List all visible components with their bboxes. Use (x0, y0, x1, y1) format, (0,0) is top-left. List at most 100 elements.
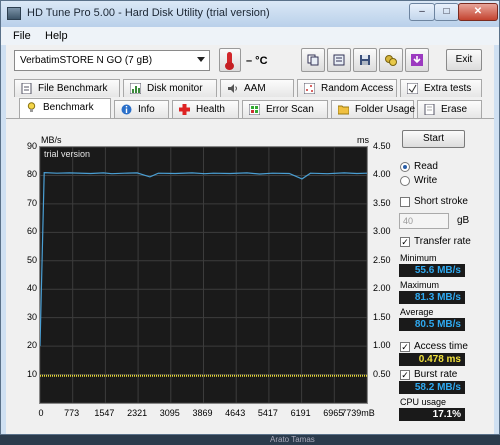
right-tick-label: 0.50 (373, 368, 391, 379)
x-tick-label: 773 (64, 408, 80, 418)
short-stroke-unit: gB (457, 215, 470, 226)
tab-random-access[interactable]: Random Access (297, 79, 397, 97)
x-tick-label: 2321 (127, 408, 148, 418)
copy-info-icon (333, 54, 345, 66)
hd-tune-window: HD Tune Pro 5.00 - Hard Disk Utility (tr… (0, 0, 500, 435)
burst-rate-checkbox[interactable]: ✓ (400, 370, 410, 380)
file-benchmark-icon (21, 83, 32, 94)
tab-extra-tests[interactable]: Extra tests (400, 79, 482, 97)
cpu-usage-value: 17.1% (399, 408, 465, 421)
right-tick-label: 3.50 (373, 197, 391, 208)
tab-benchmark[interactable]: Benchmark (19, 98, 111, 118)
taskbar: Arato Tamas (0, 435, 500, 445)
x-tick-label: 1547 (94, 408, 115, 418)
maximum-label: Maximum (400, 280, 440, 290)
tab-disk-monitor[interactable]: Disk monitor (123, 79, 217, 97)
minimum-label: Minimum (400, 253, 437, 263)
right-tick-label: 1.50 (373, 311, 391, 322)
write-radio[interactable] (400, 176, 410, 186)
access-time-checkbox[interactable]: ✓ (400, 342, 410, 352)
erase-icon (424, 104, 435, 115)
copy-button[interactable] (301, 48, 325, 72)
random-access-icon (304, 83, 315, 94)
exit-button[interactable]: Exit (446, 49, 482, 71)
right-tick-label: 2.00 (373, 283, 391, 294)
tab-health[interactable]: Health (172, 100, 239, 118)
tab-folder-usage[interactable]: Folder Usage (331, 100, 415, 118)
trial-watermark: trial version (44, 149, 91, 159)
short-stroke-spinner[interactable]: 40 (399, 213, 449, 229)
read-label: Read (414, 161, 438, 172)
left-tick-label: 90 (26, 141, 37, 151)
tab-error-scan[interactable]: Error Scan (242, 100, 328, 118)
menu-help[interactable]: Help (45, 30, 68, 42)
download-button[interactable] (405, 48, 429, 72)
start-button[interactable]: Start (402, 130, 465, 148)
title-bar: HD Tune Pro 5.00 - Hard Disk Utility (tr… (1, 1, 499, 27)
tab-file-benchmark[interactable]: File Benchmark (14, 79, 120, 97)
download-icon (411, 54, 423, 66)
x-tick-label: 4643 (225, 408, 246, 418)
short-stroke-label: Short stroke (414, 196, 468, 207)
options-button[interactable] (379, 48, 403, 72)
x-tick-label: 3869 (192, 408, 213, 418)
menu-file[interactable]: File (13, 30, 31, 42)
menu-bar: File Help (1, 27, 499, 45)
temperature-value: – °C (246, 55, 268, 67)
x-tick-label: 6191 (290, 408, 311, 418)
drive-select-value: VerbatimSTORE N GO (7 gB) (20, 55, 153, 66)
short-stroke-checkbox[interactable] (400, 197, 410, 207)
tab-info[interactable]: Info (114, 100, 169, 118)
left-tick-label: 10 (26, 368, 37, 379)
left-axis-label: MB/s (41, 135, 62, 145)
left-tick-label: 80 (26, 169, 37, 180)
right-tick-label: 1.00 (373, 340, 391, 351)
x-tick-label: 5417 (257, 408, 278, 418)
right-tick-label: 2.50 (373, 254, 391, 265)
maximum-value: 81.3 MB/s (399, 291, 465, 304)
x-tick-label: 3095 (159, 408, 180, 418)
drive-select[interactable]: VerbatimSTORE N GO (7 gB) (14, 50, 210, 71)
transfer-rate-label: Transfer rate (414, 236, 471, 247)
average-label: Average (400, 307, 434, 317)
minimize-button[interactable]: – (409, 3, 435, 21)
left-tick-label: 50 (26, 254, 37, 265)
read-radio[interactable] (400, 162, 410, 172)
tab-aam[interactable]: AAM (220, 79, 294, 97)
x-tick-label: 0 (38, 408, 44, 418)
tab-bar: File Benchmark Disk monitor AAM Random A… (6, 77, 494, 119)
health-cross-icon (179, 104, 190, 115)
save-icon (360, 55, 370, 65)
transfer-rate-checkbox[interactable]: ✓ (400, 237, 410, 247)
maximize-button[interactable]: □ (434, 3, 459, 21)
close-button[interactable]: ✕ (458, 3, 498, 21)
save-button[interactable] (353, 48, 377, 72)
app-icon (7, 7, 21, 20)
cpu-usage-label: CPU usage (400, 397, 447, 407)
left-tick-label: 60 (26, 226, 37, 237)
toolbar: VerbatimSTORE N GO (7 gB) – °C Exit (6, 45, 494, 77)
x-tick-label: 7739mB (341, 408, 375, 418)
burst-rate-label: Burst rate (414, 369, 458, 380)
left-tick-label: 70 (26, 197, 37, 208)
thermometer-icon (219, 48, 241, 72)
info-icon (121, 104, 132, 115)
error-scan-icon (249, 104, 260, 115)
left-tick-label: 20 (26, 340, 37, 351)
chevron-down-icon (197, 57, 205, 62)
copy-icon (307, 54, 319, 66)
left-tick-label: 30 (26, 311, 37, 322)
right-tick-label: 3.00 (373, 226, 391, 237)
extra-tests-icon (407, 83, 418, 94)
average-value: 80.5 MB/s (399, 318, 465, 331)
burst-rate-value: 58.2 MB/s (399, 381, 465, 394)
taskbar-text: Arato Tamas (270, 435, 315, 444)
speaker-icon (228, 84, 237, 93)
access-time-value: 0.478 ms (399, 353, 465, 366)
copy-info-button[interactable] (327, 48, 351, 72)
access-time-label: Access time (414, 341, 468, 352)
left-tick-label: 40 (26, 283, 37, 294)
right-axis-label: ms (357, 135, 369, 145)
tab-erase[interactable]: Erase (417, 100, 482, 118)
write-label: Write (414, 175, 438, 186)
